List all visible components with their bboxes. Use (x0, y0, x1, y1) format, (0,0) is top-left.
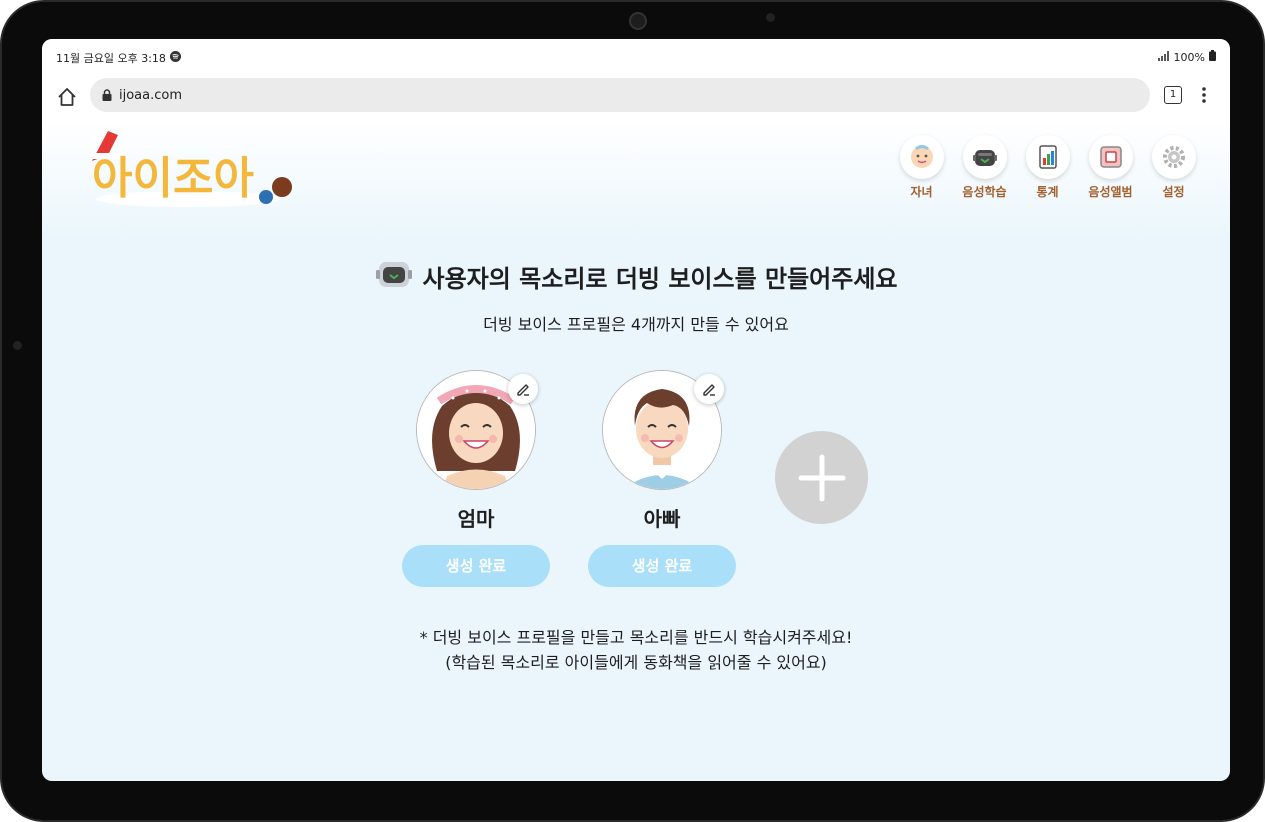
sensor (766, 13, 775, 22)
signal-icon (1157, 50, 1170, 64)
page-title: 사용자의 목소리로 더빙 보이스를 만들어주세요 (422, 264, 898, 293)
nav-item-children[interactable]: 자녀 (890, 135, 953, 200)
edit-profile-button[interactable] (694, 374, 724, 404)
battery-icon (1209, 50, 1216, 64)
robot-icon (374, 257, 414, 295)
home-icon (58, 88, 76, 106)
voice-profile-card: 아빠 생성 완료 (587, 370, 737, 587)
site-header: 아이조아 자녀 음성학습 통계 음성앨범 설정 (42, 121, 1230, 241)
nav-label: 음성학습 (962, 185, 1007, 199)
screen: 11월 금요일 오후 3:18 100% ijoaa.com 1 아이조아 자녀… (42, 39, 1230, 781)
nav-label: 음성앨범 (1088, 185, 1133, 199)
main-nav: 자녀 음성학습 통계 음성앨범 설정 (890, 135, 1205, 200)
notice: * 더빙 보이스 프로필을 만들고 목소리를 반드시 학습시켜주세요! (학습된… (42, 625, 1230, 675)
edit-profile-button[interactable] (508, 374, 538, 404)
address-bar[interactable]: ijoaa.com (90, 78, 1150, 112)
tablet-frame: 11월 금요일 오후 3:18 100% ijoaa.com 1 아이조아 자녀… (0, 0, 1265, 822)
url-text: ijoaa.com (119, 87, 183, 103)
voice-profile-card: 엄마 생성 완료 (401, 370, 551, 587)
chart-icon (1025, 135, 1070, 179)
pencil-icon (703, 384, 715, 396)
nav-item-voice-learning[interactable]: 음성학습 (953, 135, 1016, 200)
battery-text: 100% (1173, 50, 1205, 64)
baby-icon (899, 135, 944, 179)
robot-icon (962, 135, 1007, 179)
home-button[interactable] (56, 86, 78, 108)
nav-item-settings[interactable]: 설정 (1142, 135, 1205, 200)
page-subtitle: 더빙 보이스 프로필은 4개까지 만들 수 있어요 (483, 315, 789, 334)
plus-icon (798, 454, 845, 501)
status-button[interactable]: 생성 완료 (588, 545, 736, 587)
side-sensor (13, 341, 22, 350)
logo-text: 아이조아 (92, 153, 254, 204)
nav-label: 자녀 (910, 185, 933, 199)
notice-line: * 더빙 보이스 프로필을 만들고 목소리를 반드시 학습시켜주세요! (419, 628, 853, 647)
notice-line: (학습된 목소리로 아이들에게 동화책을 읽어줄 수 있어요) (445, 653, 827, 672)
spotify-icon (169, 51, 181, 65)
profile-name: 엄마 (457, 507, 495, 531)
more-vert-icon (1202, 87, 1206, 103)
nav-label: 설정 (1162, 185, 1185, 199)
lock-icon (102, 89, 112, 101)
page-heading: 사용자의 목소리로 더빙 보이스를 만들어주세요 (42, 257, 1230, 295)
gear-icon (1151, 135, 1196, 179)
pencil-icon (517, 384, 529, 396)
browser-toolbar: ijoaa.com 1 (42, 75, 1230, 122)
logo[interactable]: 아이조아 (88, 125, 308, 211)
add-profile-button[interactable] (775, 431, 868, 524)
status-button[interactable]: 생성 완료 (402, 545, 550, 587)
album-icon (1088, 135, 1133, 179)
status-bar: 11월 금요일 오후 3:18 100% (42, 39, 1230, 75)
nav-label: 통계 (1036, 185, 1059, 199)
profile-name: 아빠 (643, 507, 681, 531)
tab-switcher-button[interactable]: 1 (1164, 86, 1182, 104)
nav-item-statistics[interactable]: 통계 (1016, 135, 1079, 200)
nav-item-voice-album[interactable]: 음성앨범 (1079, 135, 1142, 200)
camera (629, 12, 647, 30)
status-time: 11월 금요일 오후 3:18 (56, 52, 166, 65)
browser-menu-button[interactable] (1200, 85, 1208, 105)
